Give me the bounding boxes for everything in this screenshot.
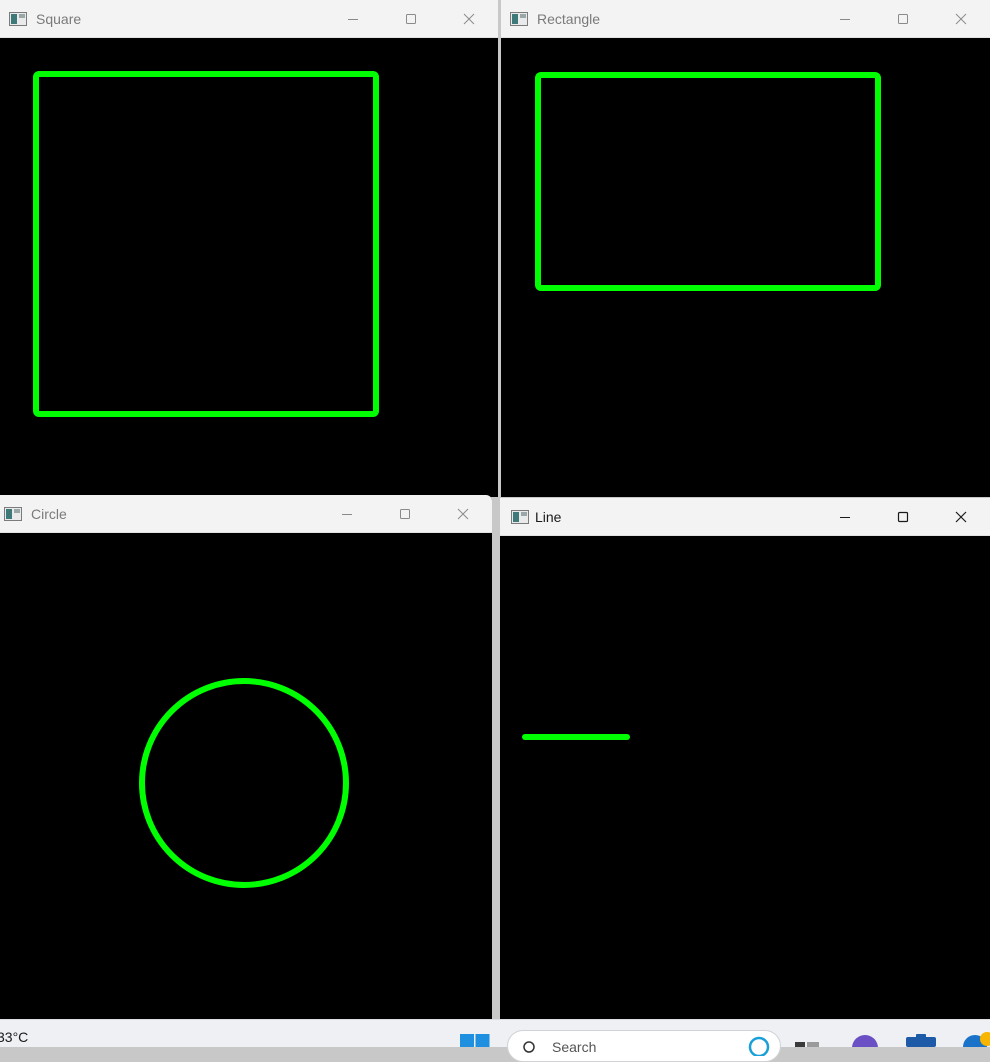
maximize-icon xyxy=(400,508,410,519)
close-icon xyxy=(463,13,475,24)
close-button-circle[interactable] xyxy=(434,495,492,532)
close-icon xyxy=(955,511,967,522)
window-app-icon xyxy=(4,506,22,521)
minimize-icon xyxy=(840,516,850,518)
canvas-rectangle xyxy=(501,38,990,497)
search-placeholder: Search xyxy=(552,1039,597,1055)
titlebar-line[interactable]: Line xyxy=(500,498,990,536)
minimize-icon xyxy=(342,513,352,515)
square-shape xyxy=(33,71,379,417)
copilot-icon[interactable] xyxy=(748,1036,770,1056)
weather-text[interactable]: 33°C xyxy=(0,1029,28,1045)
teams-icon[interactable] xyxy=(852,1035,878,1047)
maximize-button-circle[interactable] xyxy=(376,495,434,532)
titlebar-rectangle[interactable]: Rectangle xyxy=(501,0,990,38)
circle-shape xyxy=(139,678,349,888)
close-button-square[interactable] xyxy=(440,0,498,37)
minimize-icon xyxy=(840,18,850,20)
window-rectangle[interactable]: Rectangle xyxy=(501,0,990,497)
close-button-line[interactable] xyxy=(932,498,990,535)
close-icon xyxy=(457,508,469,519)
line-drawing xyxy=(522,734,630,740)
circle-drawing xyxy=(139,678,349,888)
window-line[interactable]: Line xyxy=(500,498,990,1019)
minimize-button-circle[interactable] xyxy=(318,495,376,532)
square-drawing xyxy=(33,71,379,417)
window-title-rectangle: Rectangle xyxy=(537,10,601,27)
minimize-button-line[interactable] xyxy=(816,498,874,535)
window-title-square: Square xyxy=(36,10,82,27)
window-app-icon xyxy=(9,11,27,26)
windows-start-icon[interactable] xyxy=(460,1034,490,1047)
rectangle-drawing xyxy=(535,72,881,291)
rectangle-shape xyxy=(535,72,881,291)
close-icon xyxy=(955,13,967,24)
edge-icon[interactable] xyxy=(962,1030,990,1047)
minimize-button-rectangle[interactable] xyxy=(816,0,874,37)
window-title-circle: Circle xyxy=(31,505,67,522)
maximize-icon xyxy=(406,13,416,24)
maximize-button-rectangle[interactable] xyxy=(874,0,932,37)
window-square[interactable]: Square xyxy=(0,0,498,497)
maximize-button-line[interactable] xyxy=(874,498,932,535)
maximize-icon xyxy=(898,13,908,24)
window-app-icon xyxy=(511,509,529,524)
window-circle[interactable]: Circle xyxy=(0,495,492,1019)
taskbar-search-box[interactable]: Search xyxy=(507,1030,781,1062)
store-icon[interactable] xyxy=(906,1034,936,1047)
maximize-icon xyxy=(897,511,909,522)
maximize-button-square[interactable] xyxy=(382,0,440,37)
titlebar-circle[interactable]: Circle xyxy=(0,495,492,533)
taskbar: 33°C Search xyxy=(0,1019,990,1062)
canvas-line xyxy=(500,536,990,1019)
titlebar-square[interactable]: Square xyxy=(0,0,498,38)
window-app-icon xyxy=(510,11,528,26)
canvas-square xyxy=(0,38,498,497)
minimize-icon xyxy=(348,18,358,20)
minimize-button-square[interactable] xyxy=(324,0,382,37)
close-button-rectangle[interactable] xyxy=(932,0,990,37)
window-title-line: Line xyxy=(535,508,562,525)
canvas-circle xyxy=(0,533,492,1019)
search-icon xyxy=(523,1041,535,1053)
